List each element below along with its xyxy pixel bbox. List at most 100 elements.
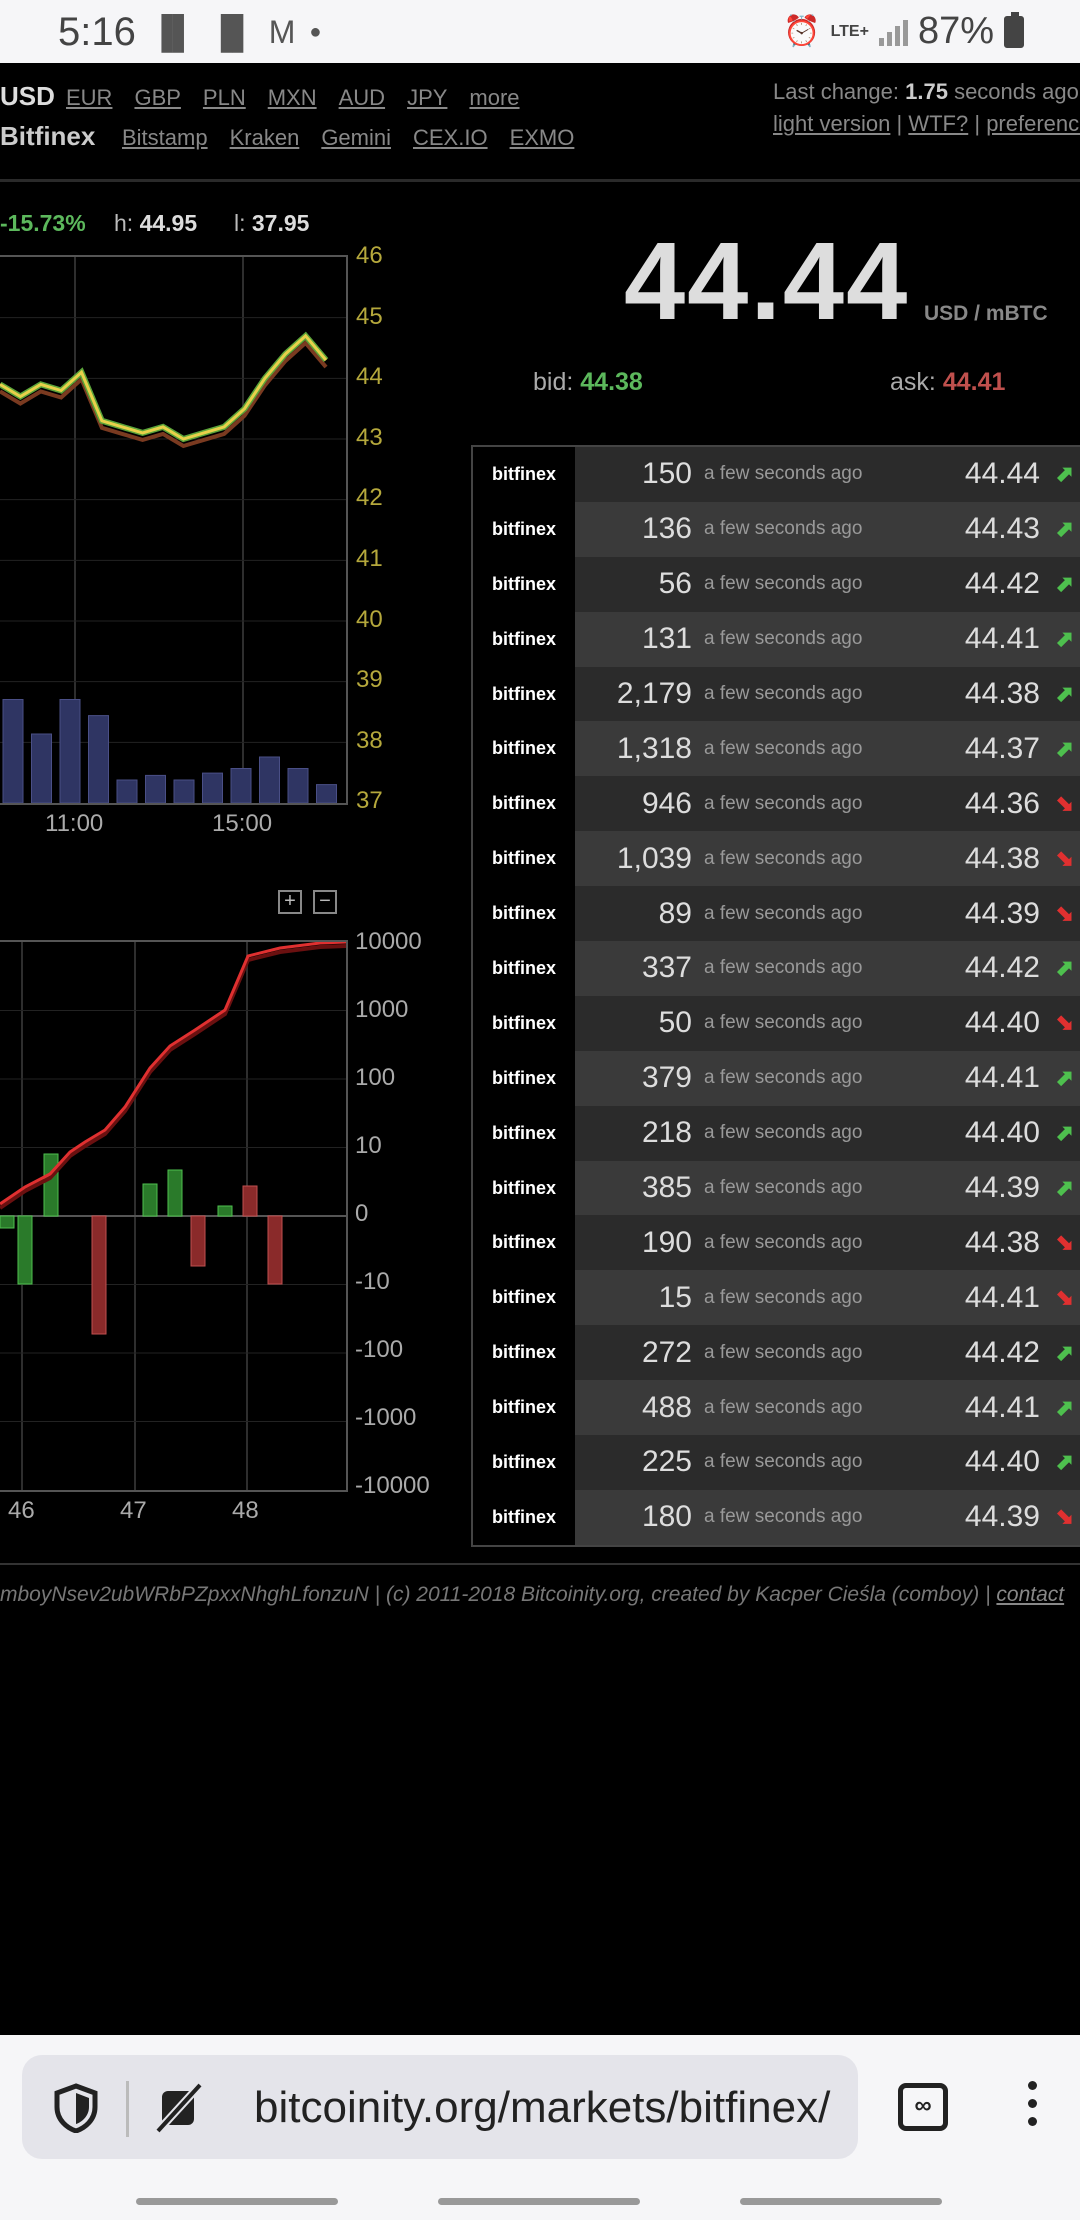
volume-y-tick: -1000 <box>355 1404 417 1431</box>
trade-amount: 89 <box>658 896 692 930</box>
menu-dots-icon[interactable] <box>1020 2081 1044 2137</box>
trade-time: a few seconds ago <box>704 1506 863 1528</box>
arrow-up-icon: ⬈ <box>1055 1449 1074 1475</box>
light-version-link[interactable]: light version <box>773 111 890 136</box>
trade-row: bitfinex 337 a few seconds ago 44.42 ⬈ <box>473 941 1080 996</box>
trade-exchange: bitfinex <box>473 941 575 996</box>
price-x-tick: 11:00 <box>45 810 104 837</box>
trade-amount: 225 <box>641 1445 692 1479</box>
arrow-up-icon: ⬈ <box>1055 1394 1074 1420</box>
volume-bar <box>145 774 166 803</box>
last-change-suffix: seconds ago <box>954 79 1079 104</box>
currency-link-jpy[interactable]: JPY <box>407 85 447 111</box>
trade-exchange: bitfinex <box>473 611 575 667</box>
footer-text: mboyNsev2ubWRbPZpxxNhghLfonzuN | (c) 201… <box>0 1583 991 1606</box>
currency-link-mxn[interactable]: MXN <box>268 85 317 111</box>
trade-amount: 272 <box>641 1335 692 1369</box>
arrow-down-icon: ⬊ <box>1055 845 1074 871</box>
volume-x-tick: 48 <box>232 1497 259 1524</box>
price-x-tick: 15:00 <box>212 810 273 837</box>
ask-label: ask: <box>890 368 936 396</box>
signal-icon <box>878 18 908 46</box>
price-y-tick: 46 <box>356 242 383 269</box>
trade-time: a few seconds ago <box>704 1231 863 1253</box>
trade-exchange: bitfinex <box>473 721 575 777</box>
trade-amount: 379 <box>641 1061 692 1095</box>
trade-amount: 180 <box>641 1500 692 1534</box>
exchange-link-exmo[interactable]: EXMO <box>510 125 575 151</box>
trade-time: a few seconds ago <box>704 1177 863 1199</box>
currency-link-eur[interactable]: EUR <box>66 85 112 111</box>
volume-y-tick: -100 <box>355 1336 404 1363</box>
arrow-up-icon: ⬈ <box>1055 516 1074 542</box>
volume-delta-bar <box>167 1169 183 1217</box>
volume-bar <box>31 733 52 803</box>
exchange-link-gemini[interactable]: Gemini <box>321 125 391 151</box>
volume-delta-bar <box>91 1215 107 1335</box>
currency-link-pln[interactable]: PLN <box>203 85 246 111</box>
price-chart-svg <box>0 257 346 803</box>
low-stat: l: 37.95 <box>234 210 309 237</box>
price-chart[interactable] <box>0 255 348 805</box>
arrow-up-icon: ⬈ <box>1055 1175 1074 1201</box>
currency-link-aud[interactable]: AUD <box>339 85 385 111</box>
trade-price: 44.43 <box>964 512 1040 546</box>
wtf-link[interactable]: WTF? <box>908 111 968 136</box>
battery-icon <box>1004 11 1024 48</box>
trade-time: a few seconds ago <box>704 1286 863 1308</box>
preferences-link[interactable]: preferences <box>986 111 1080 136</box>
trade-amount: 15 <box>658 1280 692 1314</box>
url-bar[interactable]: bitcoinity.org/markets/bitfinex/ <box>22 2055 858 2159</box>
trade-price: 44.41 <box>964 622 1040 656</box>
trade-time: a few seconds ago <box>704 463 863 485</box>
trade-amount: 131 <box>641 622 692 656</box>
zoom-in-button[interactable]: + <box>278 890 302 914</box>
contact-link[interactable]: contact <box>996 1583 1064 1606</box>
trade-price: 44.40 <box>964 1006 1040 1040</box>
header-links: light version | WTF? | preferences <box>773 111 1080 137</box>
trade-row: bitfinex 56 a few seconds ago 44.42 ⬈ <box>473 556 1080 612</box>
currency-link-more[interactable]: more <box>469 85 519 111</box>
arrow-up-icon: ⬈ <box>1055 571 1074 597</box>
trade-price: 44.41 <box>964 1280 1040 1314</box>
shield-icon[interactable] <box>52 2083 100 2133</box>
high-value: 44.95 <box>139 210 198 236</box>
tabs-icon[interactable]: ∞ <box>898 2083 948 2131</box>
trade-row: bitfinex 488 a few seconds ago 44.41 ⬈ <box>473 1380 1080 1436</box>
volume-delta-bar <box>242 1185 258 1217</box>
trade-row: bitfinex 50 a few seconds ago 44.40 ⬊ <box>473 995 1080 1051</box>
trade-exchange: bitfinex <box>473 666 575 722</box>
volume-chart[interactable] <box>0 940 348 1492</box>
price-y-tick: 44 <box>356 363 383 391</box>
trade-time: a few seconds ago <box>704 1451 863 1473</box>
exchange-link-kraken[interactable]: Kraken <box>230 125 300 151</box>
trade-amount: 1,318 <box>616 731 692 765</box>
trade-row: bitfinex 136 a few seconds ago 44.43 ⬈ <box>473 501 1080 557</box>
browser-toolbar: bitcoinity.org/markets/bitfinex/ ∞ <box>0 2035 1080 2220</box>
arrow-down-icon: ⬊ <box>1055 1010 1074 1036</box>
trades-table: bitfinex 150 a few seconds ago 44.44 ⬈ bitfin… <box>471 445 1080 1547</box>
trade-exchange: bitfinex <box>473 1489 575 1545</box>
currency-link-gbp[interactable]: GBP <box>134 85 180 111</box>
arrow-up-icon: ⬈ <box>1055 1339 1074 1365</box>
volume-bar <box>316 784 337 803</box>
exchange-link-bitstamp[interactable]: Bitstamp <box>122 125 208 151</box>
mic-off-icon[interactable] <box>152 2081 204 2135</box>
trade-row: bitfinex 131 a few seconds ago 44.41 ⬈ <box>473 611 1080 667</box>
trade-price: 44.38 <box>964 677 1040 710</box>
zoom-out-button[interactable]: − <box>313 890 337 914</box>
arrow-up-icon: ⬈ <box>1055 1120 1074 1146</box>
exchange-link-cexio[interactable]: CEX.IO <box>413 125 488 151</box>
price-y-tick: 45 <box>356 302 383 330</box>
low-label: l: <box>234 210 246 236</box>
arrow-down-icon: ⬊ <box>1055 1504 1074 1530</box>
trade-amount: 2,179 <box>616 677 692 710</box>
nav-gesture-bar <box>136 2198 338 2205</box>
chart-notification-icon: ▐▌ <box>209 14 255 50</box>
bid-label: bid: <box>533 368 574 396</box>
price-y-tick: 38 <box>356 726 383 754</box>
trade-price: 44.36 <box>964 786 1040 820</box>
bid-price: bid: 44.38 <box>533 368 643 397</box>
url-text[interactable]: bitcoinity.org/markets/bitfinex/ <box>254 2083 844 2133</box>
volume-delta-bar <box>43 1153 59 1217</box>
